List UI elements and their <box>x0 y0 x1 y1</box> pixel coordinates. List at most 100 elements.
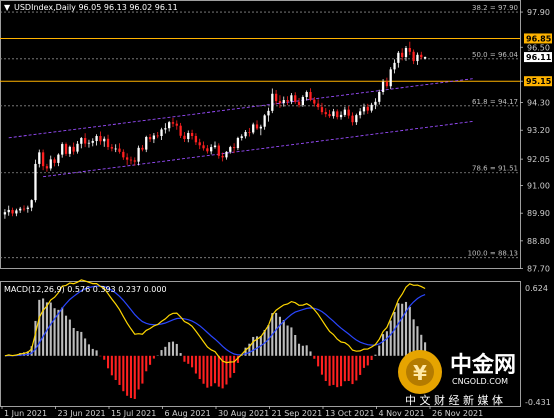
candle-body <box>374 101 377 105</box>
candle-body <box>19 208 22 211</box>
candle-body <box>179 125 182 136</box>
y-tick-label: 91.00 <box>527 182 550 191</box>
candle-body <box>313 99 316 104</box>
candle-body <box>183 135 186 140</box>
candle-body <box>38 152 41 164</box>
candle-body <box>133 160 136 162</box>
candle-body <box>378 92 381 102</box>
candle-body <box>347 109 350 116</box>
candle-body <box>206 148 209 152</box>
watermark-domain: CNGOLD.COM <box>452 377 508 386</box>
candle-body <box>316 103 320 108</box>
chart-header: USDIndex,Daily 96.05 96.13 96.02 96.11 <box>14 3 178 12</box>
candle-body <box>45 166 49 169</box>
candle-body <box>11 209 14 214</box>
candle-body <box>401 52 404 58</box>
candle-body <box>129 159 133 161</box>
candle-body <box>412 51 415 62</box>
x-tick-label: 21 Sep 2021 <box>272 409 323 418</box>
x-tick-label: 6 Aug 2021 <box>165 409 211 418</box>
channel-upper-line <box>8 78 473 139</box>
candle-body <box>294 95 297 102</box>
candle-body <box>95 136 98 142</box>
candle-body <box>328 114 331 117</box>
candle-body <box>76 143 79 152</box>
candle-body <box>259 126 262 129</box>
candle-body <box>274 93 278 102</box>
candle-body <box>68 146 71 154</box>
price-chart: 38.2 = 97.90 50.0 = 96.04 61.8 = 94.17 78.6… <box>0 0 552 418</box>
x-tick-label: 30 Aug 2021 <box>218 409 269 418</box>
candle-body <box>148 137 152 140</box>
candle-body <box>355 115 358 123</box>
macd-tick-label: 0.624 <box>525 284 548 293</box>
candle-body <box>221 155 224 158</box>
candle-body <box>408 48 411 52</box>
candle-body <box>72 146 75 152</box>
candle-body <box>168 122 171 129</box>
candle-body <box>34 163 37 201</box>
fib-label: 78.6 = 91.51 <box>472 165 518 173</box>
price-axis: 97.90 96.50 95.15 94.30 93.20 92.05 91.00 89.90… <box>520 8 550 274</box>
candle-body <box>332 111 335 117</box>
candle-body <box>171 122 175 124</box>
candle-body <box>236 138 240 149</box>
candle-body <box>175 123 178 126</box>
candle-body <box>271 93 274 111</box>
candle-body <box>301 97 305 106</box>
candle-body <box>305 92 308 98</box>
candle-body <box>61 144 64 155</box>
candle-body <box>164 128 167 130</box>
candle-body <box>49 159 52 169</box>
candle-body <box>190 132 194 137</box>
candle-body <box>336 111 339 118</box>
candle-body <box>297 101 301 106</box>
candle-body <box>240 136 243 139</box>
macd-axis: 0.624 -0.431 <box>525 284 551 407</box>
candle-body <box>324 112 327 115</box>
candle-body <box>30 200 33 208</box>
candle-body <box>217 145 220 156</box>
candle-body <box>210 147 213 152</box>
candle-body <box>83 138 87 144</box>
candle-body <box>404 48 408 58</box>
candle-body <box>137 147 140 162</box>
candle-body <box>152 135 156 140</box>
candle-body <box>202 145 205 149</box>
chart-header-arrow: ▼ <box>4 3 11 12</box>
y-tick-label: 93.20 <box>527 126 550 135</box>
candle-body <box>416 54 419 62</box>
candle-body <box>106 138 110 148</box>
candle-body <box>278 101 282 104</box>
candle-body <box>110 147 114 149</box>
watermark-subtitle: 中 文 财 经 新 媒 体 <box>405 393 503 407</box>
candle-body <box>420 54 423 58</box>
fib-label: 100.0 = 88.13 <box>468 250 518 258</box>
y-tick-label: 96.50 <box>527 43 550 52</box>
price-tag-label: 95.15 <box>526 77 552 86</box>
macd-signal-line <box>4 285 426 357</box>
candle-body <box>15 210 18 214</box>
candle-body <box>397 52 400 63</box>
candle-body <box>145 137 148 150</box>
candle-body <box>282 100 285 104</box>
candle-body <box>22 208 26 210</box>
x-tick-label: 1 Jun 2021 <box>4 409 47 418</box>
y-tick-label: 94.30 <box>527 99 550 108</box>
candle-body <box>267 110 270 116</box>
price-tags: 96.85 96.11 95.15 <box>524 33 552 87</box>
candle-body <box>122 151 125 158</box>
candle-body <box>252 124 255 133</box>
candle-body <box>423 57 427 59</box>
candle-body <box>381 81 385 93</box>
x-tick-label: 23 Jun 2021 <box>58 409 106 418</box>
candle-body <box>343 109 347 115</box>
candle-body <box>114 148 117 150</box>
candle-body <box>53 159 56 163</box>
resistance-lines <box>0 37 520 82</box>
candle-body <box>290 95 293 102</box>
candle-body <box>187 132 190 140</box>
candle-body <box>286 100 289 102</box>
candle-body <box>393 62 396 70</box>
candle-body <box>255 124 259 129</box>
